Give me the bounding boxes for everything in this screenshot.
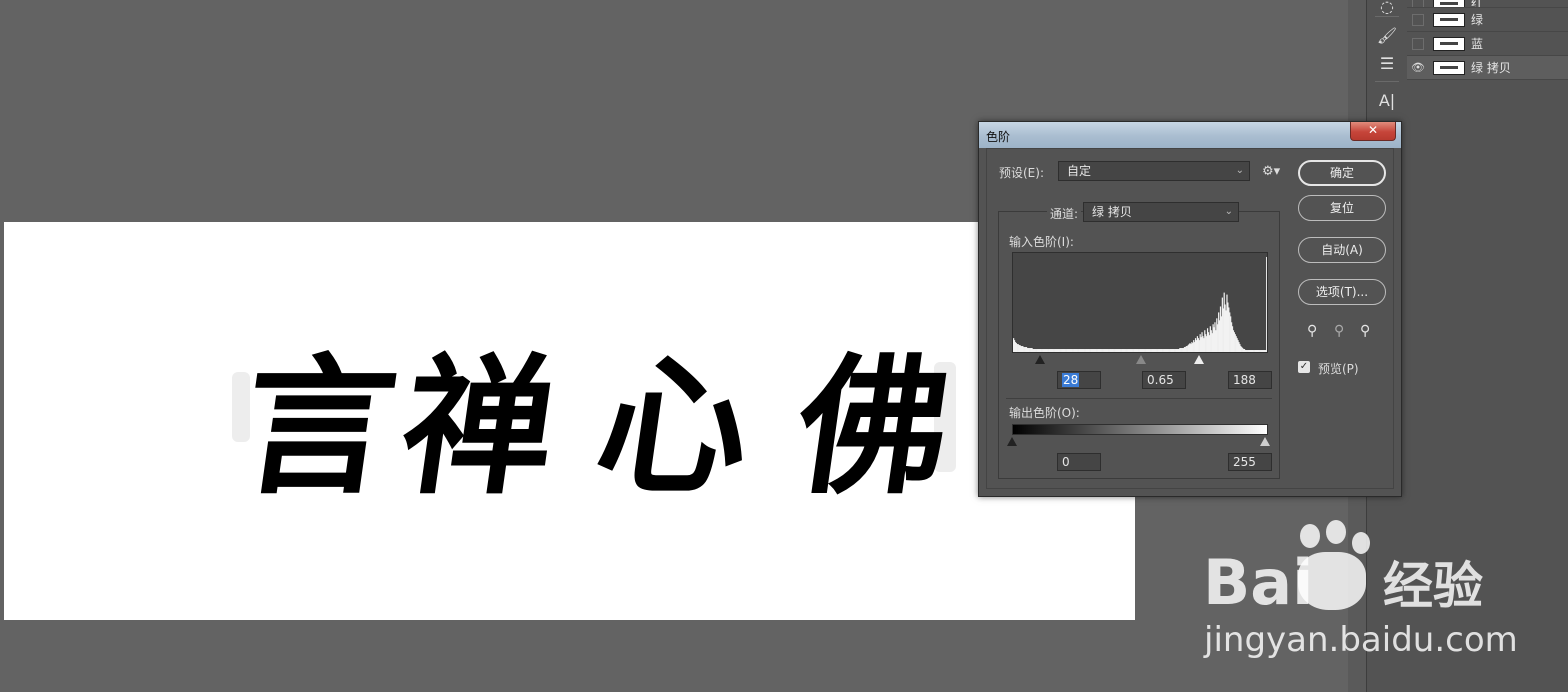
preview-checkbox[interactable]: ✓ (1298, 361, 1310, 373)
watermark-brand-right: 经验 (1383, 557, 1483, 615)
white-eyedropper-icon[interactable]: ⚲ (1360, 323, 1370, 339)
output-black-value: 0 (1062, 455, 1070, 469)
channel-thumbnail (1433, 0, 1465, 7)
visibility-toggle[interactable] (1407, 13, 1429, 26)
output-black-field[interactable]: 0 (1057, 453, 1101, 471)
tool-divider (1375, 81, 1399, 82)
channel-value: 绿 拷贝 (1092, 205, 1132, 219)
visibility-toggle[interactable] (1407, 37, 1429, 50)
preset-value: 自定 (1067, 164, 1092, 178)
output-black-slider[interactable] (1007, 437, 1017, 446)
input-white-value: 188 (1233, 373, 1256, 387)
input-black-slider[interactable] (1035, 355, 1045, 364)
channel-row-blue[interactable]: 蓝 (1407, 32, 1568, 56)
black-eyedropper-icon[interactable]: ⚲ (1307, 323, 1317, 339)
calligraphy-char-1: 言 (231, 339, 407, 515)
watermark-brand-left: Bai (1203, 546, 1314, 619)
channel-name: 绿 拷贝 (1471, 61, 1511, 75)
input-levels-label: 输入色阶(I): (1009, 235, 1074, 249)
input-gamma-value: 0.65 (1147, 373, 1174, 387)
input-white-slider[interactable] (1194, 355, 1204, 364)
channel-row-green-copy[interactable]: 👁 绿 拷贝 (1407, 56, 1568, 80)
input-white-field[interactable]: 188 (1228, 371, 1272, 389)
output-levels-label: 输出色阶(O): (1009, 406, 1080, 420)
history-icon[interactable]: ◌ (1367, 0, 1407, 16)
gear-icon[interactable]: ⚙▾ (1262, 164, 1280, 179)
paw-icon (1300, 524, 1320, 548)
chevron-down-icon: ⌄ (1224, 206, 1233, 217)
output-white-slider[interactable] (1260, 437, 1270, 446)
auto-button[interactable]: 自动(A) (1298, 237, 1386, 263)
channel-row-green[interactable]: 绿 (1407, 8, 1568, 32)
channel-thumbnail (1433, 36, 1465, 51)
preset-select[interactable]: 自定 ⌄ (1058, 161, 1250, 181)
output-gradient-bar (1012, 424, 1268, 435)
dialog-titlebar[interactable]: 色阶 ✕ (979, 122, 1401, 148)
channel-thumbnail (1433, 12, 1465, 27)
adjustment-sliders-icon[interactable]: ☰ (1367, 49, 1407, 77)
histogram (1012, 252, 1268, 353)
watermark-url: jingyan.baidu.com (1204, 620, 1518, 660)
channel-name: 绿 (1471, 13, 1484, 27)
paw-icon (1326, 520, 1346, 544)
channel-name: 红 (1471, 0, 1484, 8)
gray-eyedropper-icon[interactable]: ⚲ (1334, 323, 1344, 339)
paw-icon (1298, 552, 1366, 610)
brush-preset-icon[interactable]: 🖌 (1367, 21, 1407, 49)
output-white-value: 255 (1233, 455, 1256, 469)
character-panel-icon[interactable]: A| (1367, 86, 1407, 114)
output-white-field[interactable]: 255 (1228, 453, 1272, 471)
options-button[interactable]: 选项(T)... (1298, 279, 1386, 305)
paw-icon (1352, 532, 1370, 554)
histogram-bin (1266, 256, 1267, 352)
tool-divider (1375, 16, 1399, 17)
calligraphy-char-4: 佛 (786, 339, 962, 515)
preview-label: 预览(P) (1318, 362, 1359, 376)
histogram-plot (1013, 256, 1267, 352)
dialog-title: 色阶 (986, 130, 1011, 144)
ok-button[interactable]: 确定 (1298, 160, 1386, 186)
input-gamma-field[interactable]: 0.65 (1142, 371, 1186, 389)
channel-select[interactable]: 绿 拷贝 ⌄ (1083, 202, 1239, 222)
section-divider (1006, 398, 1272, 399)
close-button[interactable]: ✕ (1350, 122, 1396, 141)
channel-label: 通道: (1047, 205, 1082, 222)
channel-row-red[interactable]: 红 (1407, 0, 1568, 8)
input-black-value: 28 (1062, 373, 1080, 387)
input-gamma-slider[interactable] (1136, 355, 1146, 364)
calligraphy-char-3: 心 (586, 339, 762, 515)
chevron-down-icon: ⌄ (1235, 165, 1244, 176)
channel-name: 蓝 (1471, 37, 1484, 51)
calligraphy-char-2: 禅 (391, 339, 567, 515)
preset-label: 预设(E): (999, 166, 1044, 180)
input-black-field[interactable]: 28 (1057, 371, 1101, 389)
visibility-toggle[interactable] (1407, 0, 1429, 7)
eye-icon[interactable]: 👁 (1407, 61, 1429, 74)
channel-thumbnail (1433, 60, 1465, 75)
document-canvas[interactable]: 言 禅 心 佛 (4, 222, 1135, 620)
reset-button[interactable]: 复位 (1298, 195, 1386, 221)
